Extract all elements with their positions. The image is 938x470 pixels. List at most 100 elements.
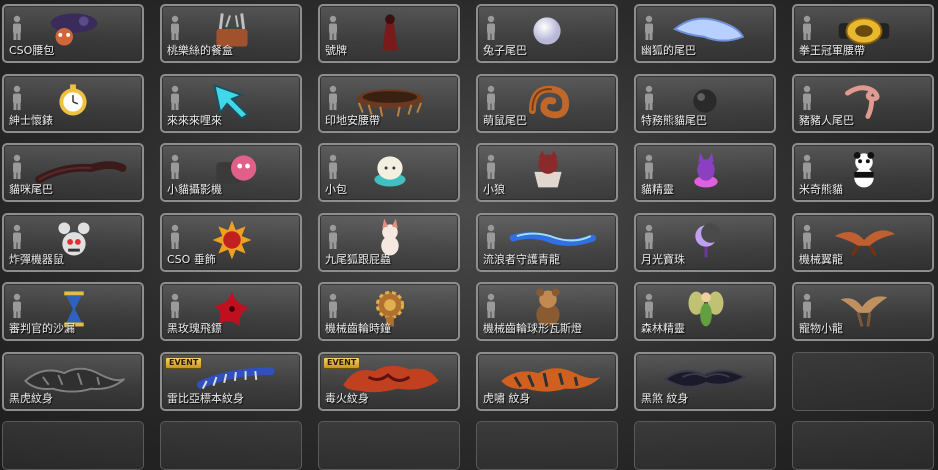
item-name: 森林精靈 (641, 322, 685, 335)
inventory-item[interactable]: 黑玫瑰飛鏢 (160, 282, 302, 341)
inventory-item[interactable]: 印地安腰帶 (318, 74, 460, 133)
inventory-item[interactable]: 幽狐的尾巴 (634, 4, 776, 63)
character-silhouette-icon (168, 224, 182, 250)
item-name: 雷比亞標本紋身 (167, 392, 244, 405)
item-name: 小包 (325, 183, 347, 196)
inventory-item[interactable]: 小貓攝影機 (160, 143, 302, 202)
character-silhouette-icon (168, 85, 182, 111)
inventory-grid: CSO腰包 桃樂絲的餐盒 號牌 兔子尾巴 幽狐的尾巴 拳王冠軍腰帶紳士懷錶 來來來哩來 印地安… (0, 0, 938, 470)
inventory-item[interactable]: 虎嘯 紋身 (476, 352, 618, 411)
empty-slot[interactable] (792, 421, 934, 470)
character-silhouette-icon (484, 15, 498, 41)
character-silhouette-icon (800, 85, 814, 111)
inventory-item[interactable]: 月光寶珠 (634, 213, 776, 272)
inventory-item[interactable]: 炸彈機器鼠 (2, 213, 144, 272)
item-name: 月光寶珠 (641, 253, 685, 266)
character-silhouette-icon (10, 293, 24, 319)
character-silhouette-icon (326, 85, 340, 111)
character-silhouette-icon (326, 293, 340, 319)
inventory-item[interactable]: 流浪者守護青龍 (476, 213, 618, 272)
inventory-item[interactable]: 號牌 (318, 4, 460, 63)
inventory-item[interactable]: 豬豬人尾巴 (792, 74, 934, 133)
character-silhouette-icon (168, 154, 182, 180)
character-silhouette-icon (484, 293, 498, 319)
character-silhouette-icon (642, 154, 656, 180)
inventory-item[interactable]: 小包 (318, 143, 460, 202)
inventory-item[interactable]: 機械齒輪時鐘 (318, 282, 460, 341)
inventory-item[interactable]: 桃樂絲的餐盒 (160, 4, 302, 63)
item-name: 炸彈機器鼠 (9, 253, 64, 266)
item-name: 機械翼龍 (799, 253, 843, 266)
inventory-item[interactable]: EVENT 毒火紋身 (318, 352, 460, 411)
inventory-item[interactable]: 小狼 (476, 143, 618, 202)
event-badge: EVENT (165, 357, 203, 369)
item-name: CSO腰包 (9, 44, 55, 57)
item-name: 桃樂絲的餐盒 (167, 44, 233, 57)
empty-slot[interactable] (476, 421, 618, 470)
item-name: 流浪者守護青龍 (483, 253, 560, 266)
character-silhouette-icon (326, 154, 340, 180)
empty-slot[interactable] (318, 421, 460, 470)
character-silhouette-icon (326, 224, 340, 250)
character-silhouette-icon (642, 15, 656, 41)
character-silhouette-icon (484, 154, 498, 180)
inventory-item[interactable]: 審判官的沙漏 (2, 282, 144, 341)
character-silhouette-icon (800, 154, 814, 180)
inventory-item[interactable]: 黑虎紋身 (2, 352, 144, 411)
item-name: 米奇熊貓 (799, 183, 843, 196)
item-name: 幽狐的尾巴 (641, 44, 696, 57)
character-silhouette-icon (642, 224, 656, 250)
inventory-item[interactable]: CSO 垂飾 (160, 213, 302, 272)
character-silhouette-icon (10, 15, 24, 41)
inventory-item[interactable]: 拳王冠軍腰帶 (792, 4, 934, 63)
empty-slot[interactable] (792, 352, 934, 411)
inventory-item[interactable]: EVENT 雷比亞標本紋身 (160, 352, 302, 411)
inventory-item[interactable]: 寵物小龍 (792, 282, 934, 341)
character-silhouette-icon (484, 85, 498, 111)
item-name: 寵物小龍 (799, 322, 843, 335)
character-silhouette-icon (800, 293, 814, 319)
character-silhouette-icon (642, 293, 656, 319)
inventory-item[interactable]: 萌鼠尾巴 (476, 74, 618, 133)
character-silhouette-icon (168, 293, 182, 319)
inventory-item[interactable]: 米奇熊貓 (792, 143, 934, 202)
item-name: 小狼 (483, 183, 505, 196)
inventory-item[interactable]: CSO腰包 (2, 4, 144, 63)
inventory-item[interactable]: 森林精靈 (634, 282, 776, 341)
item-name: 機械齒輪時鐘 (325, 322, 391, 335)
item-name: 特務熊貓尾巴 (641, 114, 707, 127)
empty-slot[interactable] (160, 421, 302, 470)
inventory-item[interactable]: 機械齒輪球形瓦斯燈 (476, 282, 618, 341)
item-name: 毒火紋身 (325, 392, 369, 405)
inventory-item[interactable]: 紳士懷錶 (2, 74, 144, 133)
inventory-item[interactable]: 來來來哩來 (160, 74, 302, 133)
empty-slot[interactable] (634, 421, 776, 470)
character-silhouette-icon (10, 224, 24, 250)
character-silhouette-icon (326, 15, 340, 41)
character-silhouette-icon (484, 224, 498, 250)
event-badge: EVENT (323, 357, 361, 369)
item-name: 機械齒輪球形瓦斯燈 (483, 322, 582, 335)
character-silhouette-icon (800, 15, 814, 41)
item-name: 貓咪尾巴 (9, 183, 53, 196)
item-name: 審判官的沙漏 (9, 322, 75, 335)
inventory-item[interactable]: 黑煞 紋身 (634, 352, 776, 411)
empty-slot[interactable] (2, 421, 144, 470)
item-name: 黑虎紋身 (9, 392, 53, 405)
inventory-item[interactable]: 貓咪尾巴 (2, 143, 144, 202)
character-silhouette-icon (168, 15, 182, 41)
character-silhouette-icon (800, 224, 814, 250)
item-name: CSO 垂飾 (167, 253, 216, 266)
item-name: 拳王冠軍腰帶 (799, 44, 865, 57)
item-name: 九尾狐跟屁蟲 (325, 253, 391, 266)
item-name: 號牌 (325, 44, 347, 57)
inventory-item[interactable]: 貓精靈 (634, 143, 776, 202)
character-silhouette-icon (10, 85, 24, 111)
inventory-item[interactable]: 特務熊貓尾巴 (634, 74, 776, 133)
inventory-item[interactable]: 機械翼龍 (792, 213, 934, 272)
item-name: 虎嘯 紋身 (483, 392, 531, 405)
item-name: 紳士懷錶 (9, 114, 53, 127)
inventory-item[interactable]: 九尾狐跟屁蟲 (318, 213, 460, 272)
inventory-item[interactable]: 兔子尾巴 (476, 4, 618, 63)
character-silhouette-icon (642, 85, 656, 111)
